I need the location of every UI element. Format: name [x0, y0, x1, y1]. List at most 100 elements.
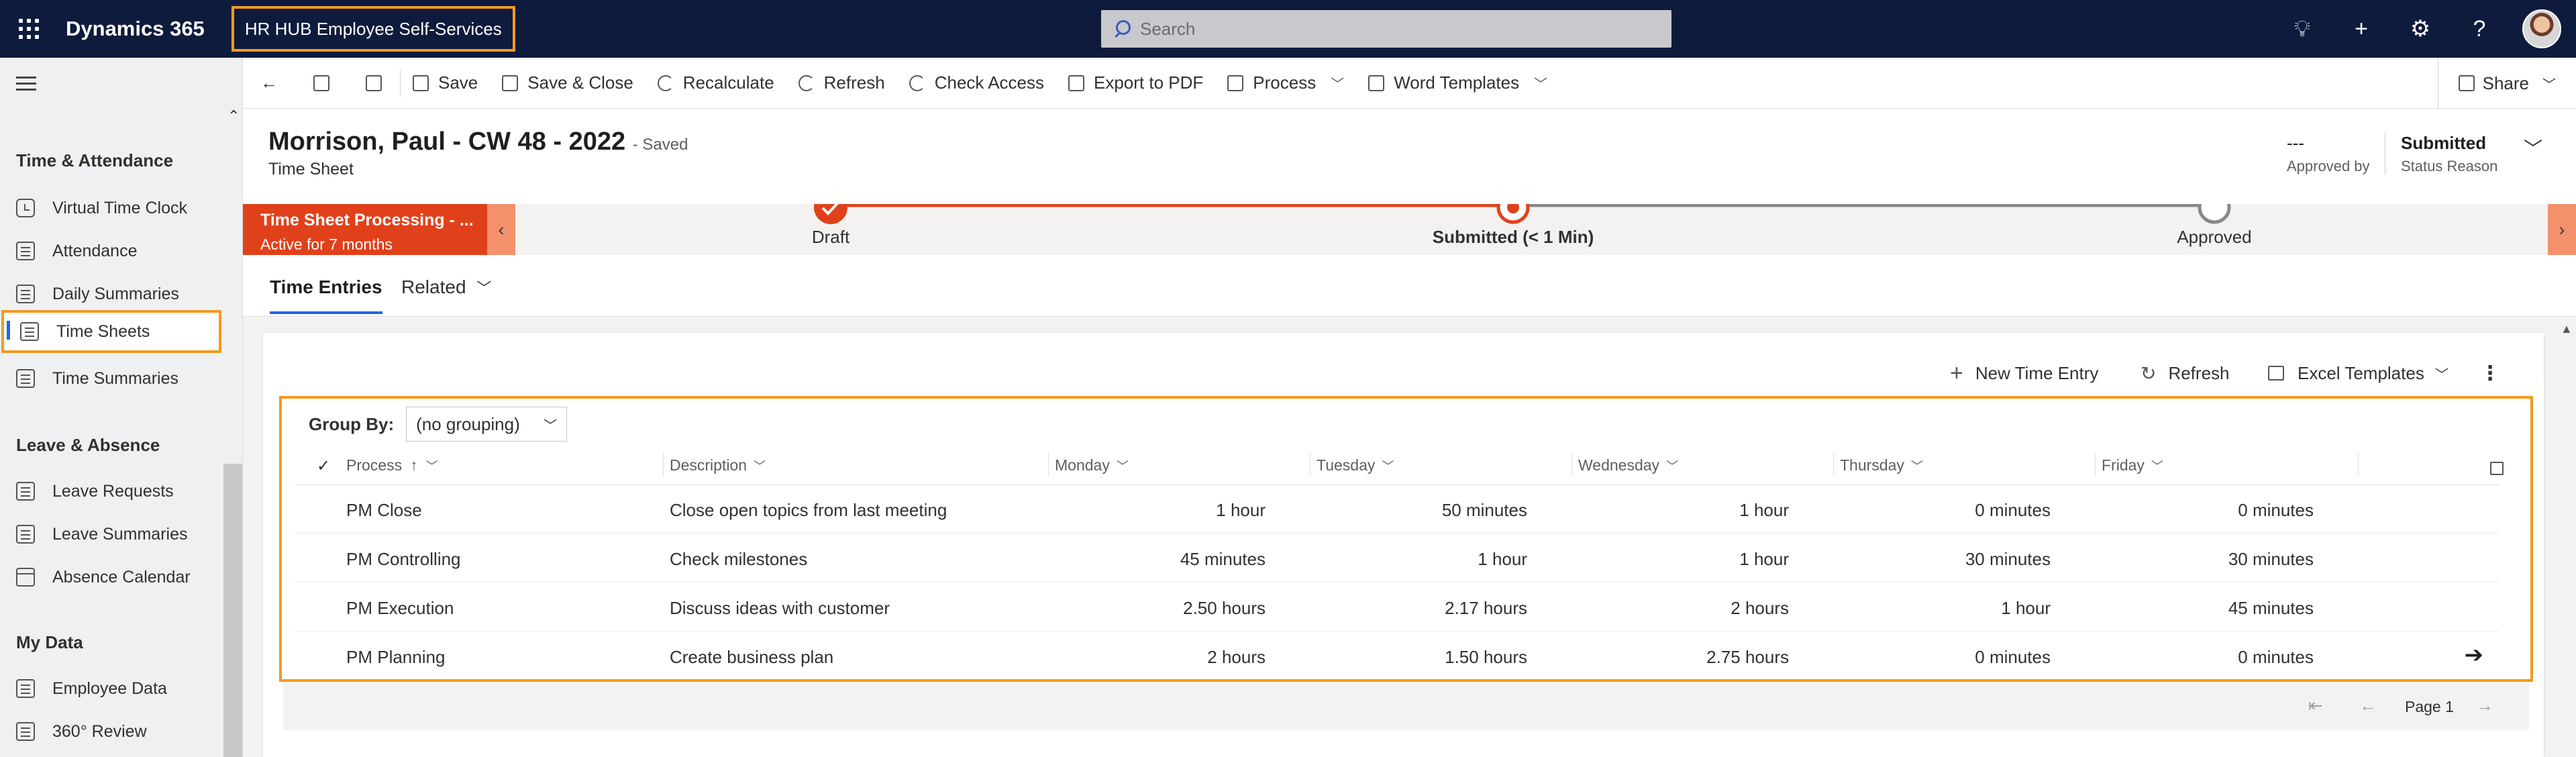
open-record-arrow-icon[interactable]: ➔ [2465, 642, 2484, 668]
search-input[interactable]: Search [1101, 10, 1671, 48]
approved-by-value: --- [2287, 133, 2304, 153]
chevron-up-icon[interactable]: ▲ [2561, 322, 2573, 336]
avatar[interactable] [2522, 9, 2561, 48]
sidebar-item-label: Time Summaries [52, 368, 178, 388]
process-button[interactable]: Process ﹀ [1215, 58, 1356, 109]
more-options-icon[interactable]: ⋮ [2480, 360, 2500, 387]
stage-label-draft[interactable]: Draft [812, 227, 849, 248]
table-row[interactable]: PM Execution Discuss ideas with customer… [295, 583, 2499, 632]
cell-process[interactable]: PM Execution [346, 598, 454, 619]
select-all-checkbox[interactable]: ✓ [317, 456, 330, 476]
plus-icon[interactable]: + [2332, 0, 2391, 58]
sidebar-item-time-sheets[interactable]: Time Sheets [1, 310, 221, 353]
gear-icon[interactable]: ⚙ [2391, 0, 2450, 58]
sidebar-item-employee-data[interactable]: Employee Data [0, 668, 224, 709]
sidebar-section-title: Time & Attendance [16, 150, 174, 170]
tab-time-entries[interactable]: Time Entries [270, 276, 382, 314]
sidebar-scrollbar[interactable]: ⌃ [223, 105, 242, 757]
previous-page-icon[interactable]: ← [2359, 695, 2377, 716]
cell-thursday: 30 minutes [1965, 549, 2051, 569]
sidebar: ⌃ Time & Attendance Virtual Time Clock A… [0, 58, 243, 757]
form-view-icon[interactable] [295, 58, 348, 109]
key-icon [909, 74, 925, 91]
recalculate-button[interactable]: Recalculate [646, 58, 786, 109]
back-arrow-icon[interactable]: ← [243, 58, 295, 109]
share-icon [2458, 75, 2475, 91]
share-button[interactable]: Share ﹀ [2437, 58, 2576, 109]
export-pdf-button[interactable]: Export to PDF [1056, 58, 1215, 109]
sidebar-item-virtual-time-clock[interactable]: Virtual Time Clock [0, 188, 224, 228]
sidebar-item-leave-requests[interactable]: Leave Requests [0, 471, 224, 511]
cell-process[interactable]: PM Close [346, 500, 422, 521]
column-header-label: Process [346, 456, 403, 474]
column-header-wednesday[interactable]: Wednesday ﹀ [1578, 456, 1678, 474]
cell-description: Create business plan [670, 647, 834, 667]
cell-process[interactable]: PM Planning [346, 647, 445, 668]
sidebar-item-time-summaries[interactable]: Time Summaries [0, 358, 224, 399]
sidebar-item-leave-summaries[interactable]: Leave Summaries [0, 514, 224, 554]
chevron-up-icon[interactable]: ⌃ [227, 107, 240, 125]
sidebar-item-attendance[interactable]: Attendance [0, 231, 224, 271]
lightbulb-icon[interactable]: 💡︎ [2273, 0, 2332, 58]
new-time-entry-button[interactable]: + New Time Entry [1950, 360, 2098, 387]
group-by-value: (no grouping) [416, 413, 520, 434]
table-row[interactable]: PM Controlling Check milestones 45 minut… [295, 534, 2499, 583]
sidebar-item-label: Daily Summaries [52, 284, 179, 303]
stage-approved-marker[interactable] [2198, 204, 2231, 224]
scrollbar-thumb[interactable] [223, 464, 242, 757]
recalculate-label: Recalculate [682, 72, 774, 93]
app-name[interactable]: Dynamics 365 [66, 17, 205, 41]
app-module-title[interactable]: HR HUB Employee Self-Services [231, 6, 515, 52]
app-launcher-icon[interactable] [0, 0, 58, 58]
stage-submitted-marker[interactable] [1496, 204, 1530, 224]
open-new-window-icon[interactable] [348, 58, 400, 109]
cell-thursday: 1 hour [2001, 598, 2051, 618]
chevron-down-icon[interactable]: ﹀ [2524, 134, 2542, 161]
column-header-thursday[interactable]: Thursday ﹀ [1840, 456, 1923, 474]
approved-by-field[interactable]: --- Approved by [2287, 133, 2370, 175]
first-page-icon[interactable]: ⇤ [2308, 695, 2323, 716]
group-by-select[interactable]: (no grouping) ﹀ [406, 407, 568, 442]
sidebar-item-360-review[interactable]: 360° Review [0, 711, 224, 752]
save-close-button[interactable]: Save & Close [490, 58, 646, 109]
divider [1833, 452, 1834, 476]
word-templates-label: Word Templates [1394, 72, 1520, 93]
word-templates-button[interactable]: Word Templates ﹀ [1356, 58, 1559, 109]
help-icon[interactable]: ? [2450, 0, 2509, 58]
divider [2095, 452, 2096, 476]
search-icon [1113, 20, 1131, 38]
refresh-button[interactable]: Refresh [786, 58, 897, 109]
excel-templates-button[interactable]: Excel Templates ﹀ [2268, 360, 2449, 387]
cell-monday: 2.50 hours [1183, 598, 1266, 618]
page-scrollbar[interactable]: ▲ [2556, 317, 2576, 757]
status-reason-field[interactable]: Submitted Status Reason [2401, 133, 2497, 175]
save-view-icon[interactable] [2490, 462, 2504, 475]
save-label: Save [438, 72, 478, 93]
chevron-down-icon: ﹀ [2151, 460, 2163, 473]
column-header-label: Wednesday [1578, 456, 1660, 474]
chevron-right-icon[interactable]: › [2548, 204, 2576, 255]
column-header-description[interactable]: Description ﹀ [670, 456, 766, 474]
stage-draft-marker[interactable] [814, 204, 847, 224]
check-access-button[interactable]: Check Access [897, 58, 1056, 109]
column-header-friday[interactable]: Friday ﹀ [2102, 456, 2163, 474]
hamburger-menu-icon[interactable] [16, 77, 36, 95]
table-row[interactable]: PM Close Close open topics from last mee… [295, 485, 2499, 534]
save-button[interactable]: Save [401, 58, 490, 109]
column-header-monday[interactable]: Monday ﹀ [1055, 456, 1129, 474]
subgrid-refresh-button[interactable]: ↻ Refresh [2141, 360, 2230, 387]
refresh-label: Refresh [823, 72, 885, 93]
stage-label-submitted[interactable]: Submitted (< 1 Min) [1433, 227, 1594, 248]
cell-friday: 0 minutes [2238, 647, 2314, 667]
tab-related[interactable]: Related ﹀ [401, 276, 492, 298]
column-header-tuesday[interactable]: Tuesday ﹀ [1317, 456, 1394, 474]
id-card-icon [16, 679, 35, 698]
save-close-icon [502, 74, 519, 91]
cell-process[interactable]: PM Controlling [346, 549, 461, 570]
sidebar-item-daily-summaries[interactable]: Daily Summaries [0, 274, 224, 314]
table-row[interactable]: PM Planning Create business plan 2 hours… [295, 632, 2499, 680]
column-header-process[interactable]: Process ↑ ﹀ [346, 456, 438, 474]
next-page-icon[interactable]: → [2476, 695, 2493, 716]
stage-label-approved[interactable]: Approved [2177, 227, 2251, 248]
sidebar-item-absence-calendar[interactable]: Absence Calendar [0, 557, 224, 597]
